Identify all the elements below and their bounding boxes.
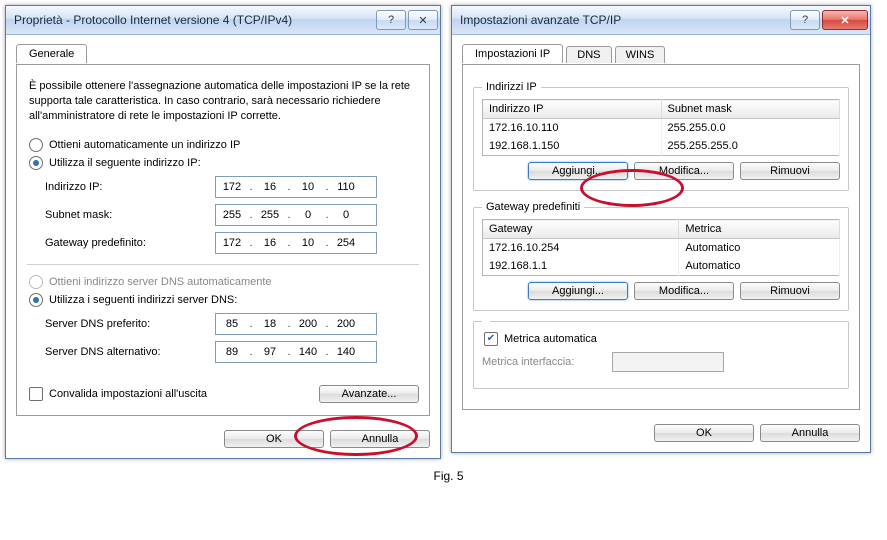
ip-remove-button[interactable]: Rimuovi (740, 162, 840, 180)
advanced-tcpip-window: Impostazioni avanzate TCP/IP ? ✕ Imposta… (451, 5, 871, 453)
tabstrip: Generale (16, 43, 430, 65)
intro-text: È possibile ottenere l'assegnazione auto… (29, 79, 417, 124)
close-button[interactable]: ✕ (822, 10, 868, 30)
radio-use-dns[interactable]: Utilizza i seguenti indirizzi server DNS… (29, 293, 417, 307)
radio-auto-dns: Ottieni indirizzo server DNS automaticam… (29, 275, 417, 289)
titlebar: Proprietà - Protocollo Internet versione… (6, 6, 440, 35)
label-iface-metric: Metrica interfaccia: (482, 356, 612, 368)
ip-edit-button[interactable]: Modifica... (634, 162, 734, 180)
label-mask: Subnet mask: (45, 209, 215, 221)
ip-input[interactable]: 172. 16. 10. 110 (215, 176, 377, 198)
figure-caption: Fig. 5 (5, 469, 887, 483)
advanced-button[interactable]: Avanzate... (319, 385, 419, 403)
help-button[interactable]: ? (790, 10, 820, 30)
gw-add-button[interactable]: Aggiungi... (528, 282, 628, 300)
label-gw: Gateway predefinito: (45, 237, 215, 249)
tab-general[interactable]: Generale (16, 44, 87, 63)
ok-button[interactable]: OK (654, 424, 754, 442)
ipv4-properties-window: Proprietà - Protocollo Internet versione… (5, 5, 441, 459)
table-row: 192.168.1.1Automatico (483, 257, 840, 276)
gw-col-header-gw: Gateway (483, 220, 679, 239)
radio-auto-ip[interactable]: Ottieni automaticamente un indirizzo IP (29, 138, 417, 152)
tabstrip: Impostazioni IP DNS WINS (462, 43, 860, 65)
label-dns1: Server DNS preferito: (45, 318, 215, 330)
titlebar: Impostazioni avanzate TCP/IP ? ✕ (452, 6, 870, 35)
tab-panel-ip-settings: Indirizzi IP Indirizzo IP Subnet mask 17… (462, 64, 860, 410)
table-row: 172.16.10.254Automatico (483, 239, 840, 258)
gw-edit-button[interactable]: Modifica... (634, 282, 734, 300)
gateway-input[interactable]: 172. 16. 10. 254 (215, 232, 377, 254)
help-button[interactable]: ? (376, 10, 406, 30)
table-row: 192.168.1.150255.255.255.0 (483, 137, 840, 156)
iface-metric-input (612, 352, 724, 372)
label-ip: Indirizzo IP: (45, 181, 215, 193)
ip-col-header-mask: Subnet mask (661, 100, 840, 119)
group-gw-legend: Gateway predefiniti (482, 201, 584, 213)
ok-button[interactable]: OK (224, 430, 324, 448)
check-auto-metric-label: Metrica automatica (504, 333, 597, 345)
radio-use-ip-label: Utilizza il seguente indirizzo IP: (49, 157, 201, 169)
radio-use-ip[interactable]: Utilizza il seguente indirizzo IP: (29, 156, 417, 170)
window-title: Proprietà - Protocollo Internet versione… (14, 13, 292, 27)
check-validate[interactable]: Convalida impostazioni all'uscita (29, 387, 207, 401)
tab-panel-general: È possibile ottenere l'assegnazione auto… (16, 64, 430, 416)
gw-remove-button[interactable]: Rimuovi (740, 282, 840, 300)
tab-wins[interactable]: WINS (615, 46, 666, 63)
group-gateways: Gateway predefiniti Gateway Metrica 172.… (473, 201, 849, 311)
cancel-button[interactable]: Annulla (330, 430, 430, 448)
tab-ip-settings[interactable]: Impostazioni IP (462, 44, 563, 63)
check-validate-label: Convalida impostazioni all'uscita (49, 388, 207, 400)
group-metric: ✔ Metrica automatica Metrica interfaccia… (473, 321, 849, 389)
label-dns2: Server DNS alternativo: (45, 346, 215, 358)
ip-table[interactable]: Indirizzo IP Subnet mask 172.16.10.11025… (482, 99, 840, 156)
radio-auto-ip-label: Ottieni automaticamente un indirizzo IP (49, 139, 240, 151)
mask-input[interactable]: 255. 255. 0. 0 (215, 204, 377, 226)
ip-col-header-ip: Indirizzo IP (483, 100, 662, 119)
group-ip-legend: Indirizzi IP (482, 81, 541, 93)
table-row: 172.16.10.110255.255.0.0 (483, 119, 840, 138)
radio-use-dns-label: Utilizza i seguenti indirizzi server DNS… (49, 294, 237, 306)
radio-auto-dns-label: Ottieni indirizzo server DNS automaticam… (49, 276, 272, 288)
tab-dns[interactable]: DNS (566, 46, 611, 63)
dns2-input[interactable]: 89. 97. 140. 140 (215, 341, 377, 363)
window-title: Impostazioni avanzate TCP/IP (460, 13, 621, 27)
gw-col-header-metric: Metrica (679, 220, 840, 239)
close-button[interactable]: ✕ (408, 10, 438, 30)
gw-table[interactable]: Gateway Metrica 172.16.10.254Automatico … (482, 219, 840, 276)
cancel-button[interactable]: Annulla (760, 424, 860, 442)
check-auto-metric[interactable]: ✔ Metrica automatica (484, 332, 838, 346)
dns1-input[interactable]: 85. 18. 200. 200 (215, 313, 377, 335)
group-ip-addresses: Indirizzi IP Indirizzo IP Subnet mask 17… (473, 81, 849, 191)
ip-add-button[interactable]: Aggiungi... (528, 162, 628, 180)
